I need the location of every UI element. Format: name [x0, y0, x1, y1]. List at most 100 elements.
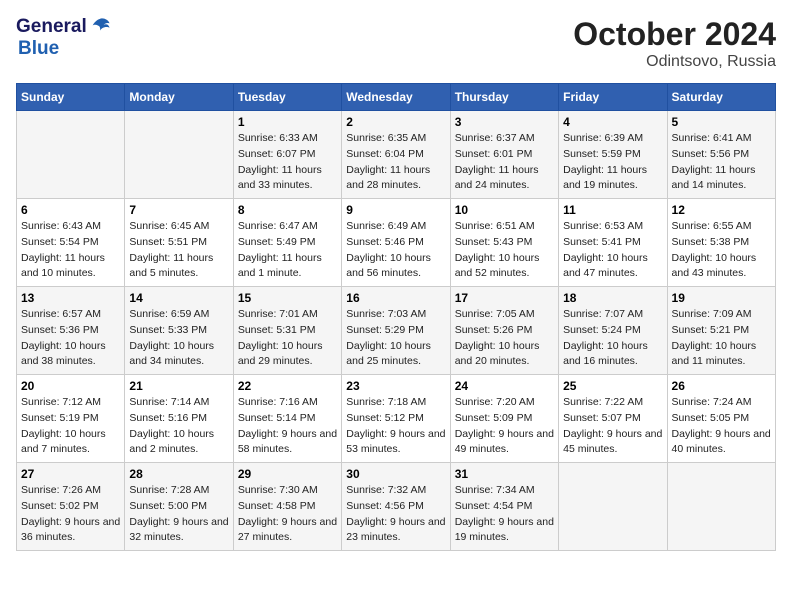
day-info: Sunrise: 6:53 AMSunset: 5:41 PMDaylight:… [563, 220, 648, 279]
day-info: Sunrise: 7:14 AMSunset: 5:16 PMDaylight:… [129, 396, 214, 455]
header-tuesday: Tuesday [233, 84, 341, 111]
day-number: 11 [563, 203, 662, 217]
day-number: 9 [346, 203, 445, 217]
day-number: 24 [455, 379, 554, 393]
day-info: Sunrise: 6:43 AMSunset: 5:54 PMDaylight:… [21, 220, 105, 279]
day-info: Sunrise: 6:55 AMSunset: 5:38 PMDaylight:… [672, 220, 757, 279]
day-info: Sunrise: 6:51 AMSunset: 5:43 PMDaylight:… [455, 220, 540, 279]
day-info: Sunrise: 7:07 AMSunset: 5:24 PMDaylight:… [563, 308, 648, 367]
table-row: 10 Sunrise: 6:51 AMSunset: 5:43 PMDaylig… [450, 199, 558, 287]
day-info: Sunrise: 7:32 AMSunset: 4:56 PMDaylight:… [346, 484, 445, 543]
day-number: 31 [455, 467, 554, 481]
table-row: 13 Sunrise: 6:57 AMSunset: 5:36 PMDaylig… [17, 287, 125, 375]
day-info: Sunrise: 6:45 AMSunset: 5:51 PMDaylight:… [129, 220, 213, 279]
day-number: 15 [238, 291, 337, 305]
table-row: 30 Sunrise: 7:32 AMSunset: 4:56 PMDaylig… [342, 463, 450, 551]
header-thursday: Thursday [450, 84, 558, 111]
header-monday: Monday [125, 84, 233, 111]
day-info: Sunrise: 7:03 AMSunset: 5:29 PMDaylight:… [346, 308, 431, 367]
day-info: Sunrise: 7:30 AMSunset: 4:58 PMDaylight:… [238, 484, 337, 543]
day-info: Sunrise: 6:37 AMSunset: 6:01 PMDaylight:… [455, 132, 539, 191]
day-info: Sunrise: 7:24 AMSunset: 5:05 PMDaylight:… [672, 396, 771, 455]
table-row: 28 Sunrise: 7:28 AMSunset: 5:00 PMDaylig… [125, 463, 233, 551]
day-number: 28 [129, 467, 228, 481]
table-row: 9 Sunrise: 6:49 AMSunset: 5:46 PMDayligh… [342, 199, 450, 287]
day-info: Sunrise: 7:34 AMSunset: 4:54 PMDaylight:… [455, 484, 554, 543]
day-number: 20 [21, 379, 120, 393]
table-row [125, 111, 233, 199]
table-row: 8 Sunrise: 6:47 AMSunset: 5:49 PMDayligh… [233, 199, 341, 287]
day-number: 29 [238, 467, 337, 481]
day-number: 10 [455, 203, 554, 217]
day-number: 22 [238, 379, 337, 393]
day-number: 17 [455, 291, 554, 305]
calendar-table: Sunday Monday Tuesday Wednesday Thursday… [16, 83, 776, 551]
day-info: Sunrise: 6:57 AMSunset: 5:36 PMDaylight:… [21, 308, 106, 367]
table-row [559, 463, 667, 551]
day-number: 4 [563, 115, 662, 129]
day-number: 16 [346, 291, 445, 305]
day-number: 21 [129, 379, 228, 393]
table-row: 7 Sunrise: 6:45 AMSunset: 5:51 PMDayligh… [125, 199, 233, 287]
month-title: October 2024 [573, 16, 776, 53]
table-row [17, 111, 125, 199]
location: Odintsovo, Russia [573, 53, 776, 71]
table-row: 3 Sunrise: 6:37 AMSunset: 6:01 PMDayligh… [450, 111, 558, 199]
day-info: Sunrise: 7:09 AMSunset: 5:21 PMDaylight:… [672, 308, 757, 367]
table-row: 20 Sunrise: 7:12 AMSunset: 5:19 PMDaylig… [17, 375, 125, 463]
day-number: 13 [21, 291, 120, 305]
day-number: 2 [346, 115, 445, 129]
table-row: 19 Sunrise: 7:09 AMSunset: 5:21 PMDaylig… [667, 287, 775, 375]
day-info: Sunrise: 7:22 AMSunset: 5:07 PMDaylight:… [563, 396, 662, 455]
header-wednesday: Wednesday [342, 84, 450, 111]
calendar-week-row: 13 Sunrise: 6:57 AMSunset: 5:36 PMDaylig… [17, 287, 776, 375]
logo-blue: Blue [18, 38, 59, 59]
table-row: 4 Sunrise: 6:39 AMSunset: 5:59 PMDayligh… [559, 111, 667, 199]
day-number: 12 [672, 203, 771, 217]
table-row: 16 Sunrise: 7:03 AMSunset: 5:29 PMDaylig… [342, 287, 450, 375]
table-row [667, 463, 775, 551]
table-row: 31 Sunrise: 7:34 AMSunset: 4:54 PMDaylig… [450, 463, 558, 551]
day-number: 8 [238, 203, 337, 217]
day-info: Sunrise: 7:16 AMSunset: 5:14 PMDaylight:… [238, 396, 337, 455]
day-number: 19 [672, 291, 771, 305]
day-info: Sunrise: 6:39 AMSunset: 5:59 PMDaylight:… [563, 132, 647, 191]
day-number: 23 [346, 379, 445, 393]
table-row: 6 Sunrise: 6:43 AMSunset: 5:54 PMDayligh… [17, 199, 125, 287]
day-info: Sunrise: 6:47 AMSunset: 5:49 PMDaylight:… [238, 220, 322, 279]
day-info: Sunrise: 7:28 AMSunset: 5:00 PMDaylight:… [129, 484, 228, 543]
day-number: 27 [21, 467, 120, 481]
day-info: Sunrise: 6:41 AMSunset: 5:56 PMDaylight:… [672, 132, 756, 191]
day-number: 1 [238, 115, 337, 129]
day-info: Sunrise: 6:59 AMSunset: 5:33 PMDaylight:… [129, 308, 214, 367]
table-row: 29 Sunrise: 7:30 AMSunset: 4:58 PMDaylig… [233, 463, 341, 551]
day-info: Sunrise: 7:05 AMSunset: 5:26 PMDaylight:… [455, 308, 540, 367]
day-number: 18 [563, 291, 662, 305]
day-info: Sunrise: 7:26 AMSunset: 5:02 PMDaylight:… [21, 484, 120, 543]
day-info: Sunrise: 6:49 AMSunset: 5:46 PMDaylight:… [346, 220, 431, 279]
day-info: Sunrise: 7:01 AMSunset: 5:31 PMDaylight:… [238, 308, 323, 367]
logo-general: General [16, 16, 87, 38]
header-sunday: Sunday [17, 84, 125, 111]
day-number: 14 [129, 291, 228, 305]
day-info: Sunrise: 7:18 AMSunset: 5:12 PMDaylight:… [346, 396, 445, 455]
page-header: General Blue October 2024 Odintsovo, Rus… [16, 16, 776, 71]
day-number: 3 [455, 115, 554, 129]
header-friday: Friday [559, 84, 667, 111]
table-row: 23 Sunrise: 7:18 AMSunset: 5:12 PMDaylig… [342, 375, 450, 463]
table-row: 12 Sunrise: 6:55 AMSunset: 5:38 PMDaylig… [667, 199, 775, 287]
table-row: 21 Sunrise: 7:14 AMSunset: 5:16 PMDaylig… [125, 375, 233, 463]
table-row: 15 Sunrise: 7:01 AMSunset: 5:31 PMDaylig… [233, 287, 341, 375]
table-row: 17 Sunrise: 7:05 AMSunset: 5:26 PMDaylig… [450, 287, 558, 375]
calendar-week-row: 27 Sunrise: 7:26 AMSunset: 5:02 PMDaylig… [17, 463, 776, 551]
title-block: October 2024 Odintsovo, Russia [573, 16, 776, 71]
logo-bird-icon [89, 16, 111, 38]
day-number: 6 [21, 203, 120, 217]
day-number: 30 [346, 467, 445, 481]
table-row: 14 Sunrise: 6:59 AMSunset: 5:33 PMDaylig… [125, 287, 233, 375]
day-number: 7 [129, 203, 228, 217]
table-row: 1 Sunrise: 6:33 AMSunset: 6:07 PMDayligh… [233, 111, 341, 199]
logo: General Blue [16, 16, 111, 60]
table-row: 27 Sunrise: 7:26 AMSunset: 5:02 PMDaylig… [17, 463, 125, 551]
day-info: Sunrise: 7:20 AMSunset: 5:09 PMDaylight:… [455, 396, 554, 455]
